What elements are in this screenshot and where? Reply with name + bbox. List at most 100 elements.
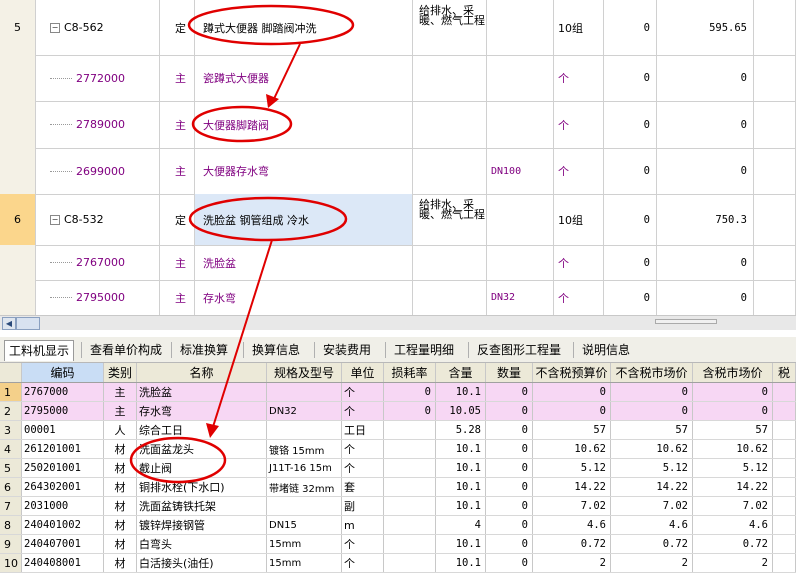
extra-cell[interactable]	[754, 0, 796, 55]
qty-cell[interactable]: 0	[486, 402, 533, 420]
row-index[interactable]: 1	[0, 383, 22, 401]
name-cell[interactable]: 综合工日	[137, 421, 267, 439]
item-row[interactable]: 2767000 主洗脸盆个 0 0	[0, 245, 796, 281]
type-cell[interactable]: 材	[104, 459, 137, 477]
price-cell[interactable]: 750.3	[657, 194, 754, 245]
spec-cell[interactable]	[267, 421, 342, 439]
type-cell[interactable]: 主	[160, 148, 195, 194]
tax-cell[interactable]	[773, 516, 796, 534]
code-cell[interactable]: 240401002	[22, 516, 104, 534]
p1-cell[interactable]: 14.22	[533, 478, 611, 496]
p1-cell[interactable]: 0	[533, 383, 611, 401]
quantity-cell[interactable]: 0	[604, 148, 657, 194]
p1-cell[interactable]: 5.12	[533, 459, 611, 477]
code-cell[interactable]: 2699000	[36, 148, 160, 194]
unit-cell[interactable]: 个	[554, 280, 604, 315]
tab-7[interactable]: 反查图形工程量	[473, 340, 565, 360]
code-cell[interactable]: − C8-562	[36, 0, 160, 55]
type-cell[interactable]: 人	[104, 421, 137, 439]
description-cell[interactable]: 大便器存水弯	[195, 148, 413, 194]
unit-cell[interactable]: 10组	[554, 0, 604, 55]
row-number-cell[interactable]: 5	[0, 0, 36, 55]
code-cell[interactable]: 261201001	[22, 440, 104, 458]
description-cell[interactable]: 大便器脚踏阀	[195, 101, 413, 148]
loss-cell[interactable]	[384, 478, 436, 496]
extra-cell[interactable]	[754, 101, 796, 148]
spec-cell[interactable]: DN100	[487, 148, 554, 194]
content-cell[interactable]: 10.05	[436, 402, 486, 420]
tax-cell[interactable]	[773, 554, 796, 572]
scroll-left-arrow-icon[interactable]: ◀	[2, 317, 16, 330]
p3-cell[interactable]: 14.22	[693, 478, 773, 496]
price-cell[interactable]: 595.65	[657, 0, 754, 55]
resource-row[interactable]: 9 240407001 材白弯头 15mm 个 10.1 0 0.72 0.72 0.72	[0, 535, 796, 554]
extra-cell[interactable]	[754, 280, 796, 315]
description-cell[interactable]: 蹲式大便器 脚踏阀冲洗	[195, 0, 413, 55]
unit-cell[interactable]: 个	[554, 148, 604, 194]
unit-cell[interactable]: 副	[342, 497, 384, 515]
type-cell[interactable]: 材	[104, 478, 137, 496]
content-cell[interactable]: 10.1	[436, 383, 486, 401]
content-cell[interactable]: 5.28	[436, 421, 486, 439]
unit-cell[interactable]: 个	[342, 554, 384, 572]
p3-cell[interactable]: 10.62	[693, 440, 773, 458]
content-cell[interactable]: 10.1	[436, 535, 486, 553]
spec-cell[interactable]	[487, 194, 554, 245]
spec-cell[interactable]: DN32	[267, 402, 342, 420]
code-cell[interactable]: 2772000	[36, 55, 160, 101]
column-header[interactable]: 税	[773, 363, 796, 382]
resource-row[interactable]: 1 2767000 主洗脸盆个 0 10.1 0 0 0 0	[0, 383, 796, 402]
unit-cell[interactable]: m	[342, 516, 384, 534]
row-index[interactable]: 4	[0, 440, 22, 458]
tab-8[interactable]: 说明信息	[578, 340, 634, 360]
qty-cell[interactable]: 0	[486, 497, 533, 515]
splitter-handle[interactable]	[655, 319, 717, 324]
p1-cell[interactable]: 10.62	[533, 440, 611, 458]
p1-cell[interactable]: 57	[533, 421, 611, 439]
row-index[interactable]: 3	[0, 421, 22, 439]
row-index[interactable]: 8	[0, 516, 22, 534]
p3-cell[interactable]: 0.72	[693, 535, 773, 553]
quantity-cell[interactable]: 0	[604, 194, 657, 245]
row-number-cell[interactable]	[0, 101, 36, 148]
unit-cell[interactable]: 个	[342, 535, 384, 553]
quantity-cell[interactable]: 0	[604, 0, 657, 55]
item-row[interactable]: 2772000 主瓷蹲式大便器个 0 0	[0, 55, 796, 102]
resource-row[interactable]: 8 240401002 材镀锌焊接钢管 DN15 m 4 0 4.6 4.6 4.6	[0, 516, 796, 535]
code-cell[interactable]: 2767000	[36, 245, 160, 280]
content-cell[interactable]: 10.1	[436, 478, 486, 496]
content-cell[interactable]: 10.1	[436, 459, 486, 477]
column-header[interactable]: 单位	[342, 363, 384, 382]
loss-cell[interactable]	[384, 421, 436, 439]
code-cell[interactable]: 2789000	[36, 101, 160, 148]
name-cell[interactable]: 洗脸盆	[137, 383, 267, 401]
name-cell[interactable]: 截止阀	[137, 459, 267, 477]
code-cell[interactable]: 2767000	[22, 383, 104, 401]
collapse-icon[interactable]: −	[50, 22, 60, 33]
unit-cell[interactable]: 个	[554, 245, 604, 280]
tax-cell[interactable]	[773, 440, 796, 458]
tab-5[interactable]: 安装费用	[319, 340, 375, 360]
unit-cell[interactable]: 工日	[342, 421, 384, 439]
resource-row[interactable]: 6 264302001 材铜排水栓(下水口) 带堵链 32mm 套 10.1 0 14.22 1…	[0, 478, 796, 497]
row-index[interactable]: 2	[0, 402, 22, 420]
spec-cell[interactable]	[487, 55, 554, 101]
specialty-cell[interactable]	[413, 245, 487, 280]
spec-cell[interactable]	[487, 245, 554, 280]
description-cell[interactable]: 存水弯	[195, 280, 413, 315]
tax-cell[interactable]	[773, 478, 796, 496]
row-index[interactable]: 5	[0, 459, 22, 477]
code-cell[interactable]: 2795000	[22, 402, 104, 420]
column-header[interactable]: 不含税市场价	[611, 363, 693, 382]
row-number-cell[interactable]: 6	[0, 194, 36, 245]
row-number-cell[interactable]	[0, 55, 36, 101]
loss-cell[interactable]	[384, 554, 436, 572]
code-cell[interactable]: 240408001	[22, 554, 104, 572]
tab-1[interactable]: 工料机显示	[4, 340, 75, 361]
spec-cell[interactable]	[487, 0, 554, 55]
spec-cell[interactable]: DN15	[267, 516, 342, 534]
type-cell[interactable]: 主	[160, 245, 195, 280]
code-cell[interactable]: 00001	[22, 421, 104, 439]
price-cell[interactable]: 0	[657, 101, 754, 148]
loss-cell[interactable]	[384, 535, 436, 553]
